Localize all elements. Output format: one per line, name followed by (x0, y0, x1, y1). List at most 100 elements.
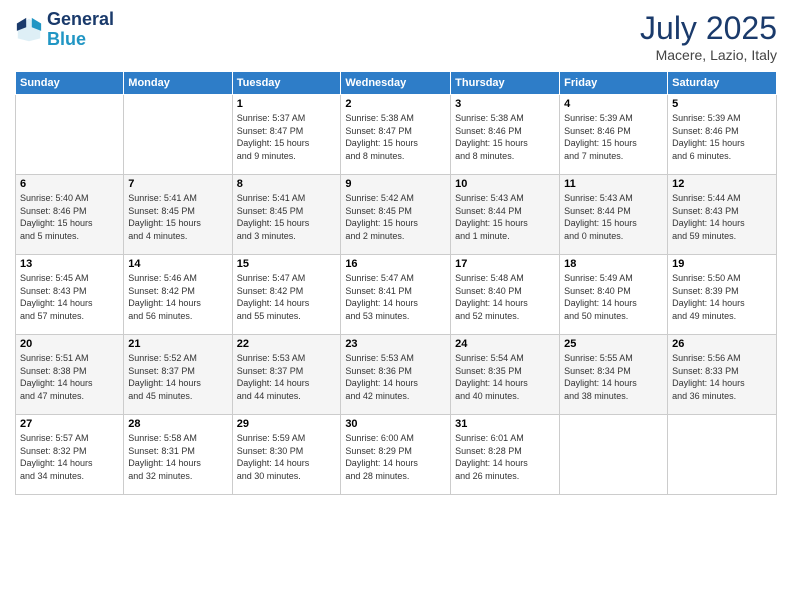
month-title: July 2025 (640, 10, 777, 47)
calendar: Sunday Monday Tuesday Wednesday Thursday… (15, 71, 777, 495)
day-number: 2 (345, 98, 446, 110)
col-wednesday: Wednesday (341, 72, 451, 95)
calendar-week-2: 13 Sunrise: 5:45 AM Sunset: 8:43 PM Dayli… (16, 255, 777, 335)
calendar-cell: 23 Sunrise: 5:53 AM Sunset: 8:36 PM Dayli… (341, 335, 451, 415)
logo-line1: General (47, 10, 114, 30)
day-number: 7 (128, 178, 227, 190)
day-number: 4 (564, 98, 663, 110)
calendar-cell: 1 Sunrise: 5:37 AM Sunset: 8:47 PM Daylig… (232, 95, 341, 175)
day-number: 18 (564, 258, 663, 270)
calendar-cell: 26 Sunrise: 5:56 AM Sunset: 8:33 PM Dayli… (668, 335, 777, 415)
day-info: Sunrise: 5:47 AM Sunset: 8:41 PM Dayligh… (345, 272, 446, 322)
calendar-cell: 22 Sunrise: 5:53 AM Sunset: 8:37 PM Dayli… (232, 335, 341, 415)
calendar-cell: 17Sunrise: 5:48 AM Sunset: 8:40 PM Dayli… (451, 255, 560, 335)
calendar-cell: 29 Sunrise: 5:59 AM Sunset: 8:30 PM Dayli… (232, 415, 341, 495)
calendar-cell: 14Sunrise: 5:46 AM Sunset: 8:42 PM Dayli… (124, 255, 232, 335)
calendar-cell: 12 Sunrise: 5:44 AM Sunset: 8:43 PM Dayli… (668, 175, 777, 255)
day-info: Sunrise: 5:44 AM Sunset: 8:43 PM Dayligh… (672, 192, 772, 242)
day-info: Sunrise: 5:52 AM Sunset: 8:37 PM Dayligh… (128, 352, 227, 402)
day-info: Sunrise: 5:50 AM Sunset: 8:39 PM Dayligh… (672, 272, 772, 322)
calendar-cell: 27 Sunrise: 5:57 AM Sunset: 8:32 PM Dayli… (16, 415, 124, 495)
day-info: Sunrise: 5:38 AM Sunset: 8:46 PM Dayligh… (455, 112, 555, 162)
day-number: 9 (345, 178, 446, 190)
day-info: Sunrise: 5:47 AM Sunset: 8:42 PM Dayligh… (237, 272, 337, 322)
day-info: Sunrise: 5:59 AM Sunset: 8:30 PM Dayligh… (237, 432, 337, 482)
calendar-cell: 16Sunrise: 5:47 AM Sunset: 8:41 PM Dayli… (341, 255, 451, 335)
day-info: Sunrise: 5:39 AM Sunset: 8:46 PM Dayligh… (564, 112, 663, 162)
day-info: Sunrise: 5:45 AM Sunset: 8:43 PM Dayligh… (20, 272, 119, 322)
day-number: 31 (455, 418, 555, 430)
calendar-cell (560, 415, 668, 495)
day-number: 12 (672, 178, 772, 190)
calendar-cell: 28Sunrise: 5:58 AM Sunset: 8:31 PM Dayli… (124, 415, 232, 495)
day-number: 8 (237, 178, 337, 190)
calendar-cell: 20 Sunrise: 5:51 AM Sunset: 8:38 PM Dayli… (16, 335, 124, 415)
col-sunday: Sunday (16, 72, 124, 95)
day-number: 28 (128, 418, 227, 430)
day-info: Sunrise: 5:55 AM Sunset: 8:34 PM Dayligh… (564, 352, 663, 402)
day-number: 22 (237, 338, 337, 350)
day-info: Sunrise: 5:54 AM Sunset: 8:35 PM Dayligh… (455, 352, 555, 402)
col-saturday: Saturday (668, 72, 777, 95)
day-info: Sunrise: 5:37 AM Sunset: 8:47 PM Dayligh… (237, 112, 337, 162)
calendar-cell: 19 Sunrise: 5:50 AM Sunset: 8:39 PM Dayli… (668, 255, 777, 335)
day-number: 1 (237, 98, 337, 110)
day-info: Sunrise: 5:53 AM Sunset: 8:36 PM Dayligh… (345, 352, 446, 402)
calendar-cell: 31 Sunrise: 6:01 AM Sunset: 8:28 PM Dayli… (451, 415, 560, 495)
day-number: 11 (564, 178, 663, 190)
day-number: 19 (672, 258, 772, 270)
calendar-cell: 24Sunrise: 5:54 AM Sunset: 8:35 PM Dayli… (451, 335, 560, 415)
calendar-cell (668, 415, 777, 495)
day-number: 30 (345, 418, 446, 430)
day-number: 3 (455, 98, 555, 110)
day-info: Sunrise: 5:39 AM Sunset: 8:46 PM Dayligh… (672, 112, 772, 162)
calendar-week-0: 1 Sunrise: 5:37 AM Sunset: 8:47 PM Daylig… (16, 95, 777, 175)
day-info: Sunrise: 6:01 AM Sunset: 8:28 PM Dayligh… (455, 432, 555, 482)
calendar-cell: 9Sunrise: 5:42 AM Sunset: 8:45 PM Daylig… (341, 175, 451, 255)
day-info: Sunrise: 5:56 AM Sunset: 8:33 PM Dayligh… (672, 352, 772, 402)
calendar-cell (16, 95, 124, 175)
calendar-cell: 5 Sunrise: 5:39 AM Sunset: 8:46 PM Daylig… (668, 95, 777, 175)
day-info: Sunrise: 5:53 AM Sunset: 8:37 PM Dayligh… (237, 352, 337, 402)
day-info: Sunrise: 5:57 AM Sunset: 8:32 PM Dayligh… (20, 432, 119, 482)
logo-line2: Blue (47, 29, 86, 49)
logo-icon (15, 16, 43, 44)
day-number: 15 (237, 258, 337, 270)
col-tuesday: Tuesday (232, 72, 341, 95)
day-number: 21 (128, 338, 227, 350)
day-number: 29 (237, 418, 337, 430)
day-info: Sunrise: 5:51 AM Sunset: 8:38 PM Dayligh… (20, 352, 119, 402)
calendar-cell: 2 Sunrise: 5:38 AM Sunset: 8:47 PM Daylig… (341, 95, 451, 175)
day-number: 26 (672, 338, 772, 350)
day-number: 23 (345, 338, 446, 350)
calendar-cell: 8Sunrise: 5:41 AM Sunset: 8:45 PM Daylig… (232, 175, 341, 255)
calendar-cell: 10Sunrise: 5:43 AM Sunset: 8:44 PM Dayli… (451, 175, 560, 255)
day-info: Sunrise: 5:38 AM Sunset: 8:47 PM Dayligh… (345, 112, 446, 162)
day-number: 6 (20, 178, 119, 190)
day-number: 14 (128, 258, 227, 270)
header: General Blue July 2025 Macere, Lazio, It… (15, 10, 777, 63)
calendar-cell (124, 95, 232, 175)
day-info: Sunrise: 6:00 AM Sunset: 8:29 PM Dayligh… (345, 432, 446, 482)
calendar-week-4: 27 Sunrise: 5:57 AM Sunset: 8:32 PM Dayli… (16, 415, 777, 495)
col-monday: Monday (124, 72, 232, 95)
day-info: Sunrise: 5:43 AM Sunset: 8:44 PM Dayligh… (564, 192, 663, 242)
calendar-header-row: Sunday Monday Tuesday Wednesday Thursday… (16, 72, 777, 95)
day-info: Sunrise: 5:41 AM Sunset: 8:45 PM Dayligh… (128, 192, 227, 242)
col-thursday: Thursday (451, 72, 560, 95)
day-number: 27 (20, 418, 119, 430)
location-title: Macere, Lazio, Italy (640, 47, 777, 63)
calendar-cell: 25Sunrise: 5:55 AM Sunset: 8:34 PM Dayli… (560, 335, 668, 415)
logo-text: General Blue (47, 10, 114, 50)
day-number: 13 (20, 258, 119, 270)
day-info: Sunrise: 5:40 AM Sunset: 8:46 PM Dayligh… (20, 192, 119, 242)
calendar-week-3: 20 Sunrise: 5:51 AM Sunset: 8:38 PM Dayli… (16, 335, 777, 415)
calendar-cell: 15 Sunrise: 5:47 AM Sunset: 8:42 PM Dayli… (232, 255, 341, 335)
calendar-cell: 21 Sunrise: 5:52 AM Sunset: 8:37 PM Dayli… (124, 335, 232, 415)
calendar-cell: 13 Sunrise: 5:45 AM Sunset: 8:43 PM Dayli… (16, 255, 124, 335)
calendar-cell: 4 Sunrise: 5:39 AM Sunset: 8:46 PM Daylig… (560, 95, 668, 175)
calendar-cell: 11 Sunrise: 5:43 AM Sunset: 8:44 PM Dayli… (560, 175, 668, 255)
day-number: 5 (672, 98, 772, 110)
day-info: Sunrise: 5:48 AM Sunset: 8:40 PM Dayligh… (455, 272, 555, 322)
day-number: 20 (20, 338, 119, 350)
